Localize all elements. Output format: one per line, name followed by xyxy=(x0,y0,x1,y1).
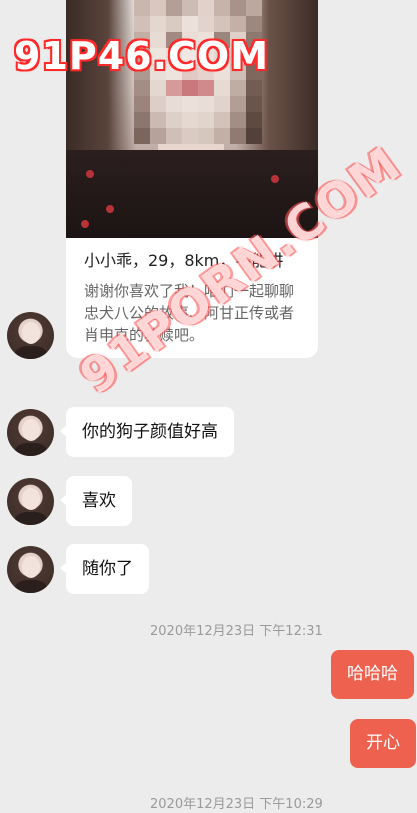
contact-avatar[interactable] xyxy=(7,478,54,525)
watermark-top: 91P46.COM xyxy=(14,34,270,78)
message-bubble-incoming[interactable]: 你的狗子颜值好高 xyxy=(60,407,234,457)
message-bubble-outgoing[interactable]: 哈哈哈 xyxy=(331,650,414,699)
contact-avatar[interactable] xyxy=(7,312,54,359)
message-bubble-incoming[interactable]: 喜欢 xyxy=(60,476,132,526)
message-timestamp: 2020年12月23日 下午12:31 xyxy=(150,624,323,639)
contact-avatar[interactable] xyxy=(7,409,54,456)
message-bubble-outgoing[interactable]: 开心 xyxy=(350,719,416,768)
message-timestamp: 2020年12月23日 下午10:29 xyxy=(150,797,323,812)
contact-avatar[interactable] xyxy=(7,546,54,593)
message-bubble-incoming[interactable]: 随你了 xyxy=(60,544,149,594)
